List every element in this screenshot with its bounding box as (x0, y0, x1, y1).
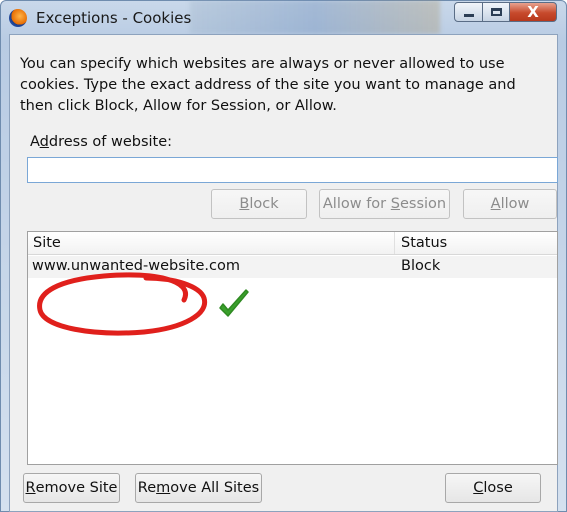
window-controls: X (454, 2, 557, 24)
sites-table[interactable]: Site Status www.unwanted-website.com Blo… (27, 231, 558, 465)
close-button[interactable]: Close (445, 473, 541, 503)
close-window-button[interactable]: X (510, 2, 557, 22)
firefox-icon (9, 9, 27, 27)
window-title: Exceptions - Cookies (36, 9, 192, 27)
table-row[interactable]: www.unwanted-website.com Block (28, 256, 557, 278)
minimize-icon (463, 14, 474, 17)
block-button[interactable]: Block (211, 189, 307, 219)
site-cell: www.unwanted-website.com (32, 258, 240, 274)
minimize-button[interactable] (454, 2, 483, 22)
column-header-site[interactable]: Site (33, 235, 61, 251)
allow-for-session-button[interactable]: Allow for Session (319, 189, 450, 219)
column-divider[interactable] (394, 232, 395, 254)
background-window-blur (190, 0, 440, 34)
status-cell: Block (401, 258, 441, 274)
intro-text: You can specify which websites are alway… (20, 56, 516, 114)
maximize-icon (490, 8, 502, 16)
remove-site-button[interactable]: Remove Site (23, 473, 120, 503)
table-header: Site Status (28, 232, 557, 255)
remove-all-sites-button[interactable]: Re m ove All Sites (135, 473, 262, 503)
column-header-status[interactable]: Status (401, 235, 447, 251)
address-label: Address of website: (30, 134, 173, 150)
maximize-button[interactable] (483, 2, 510, 22)
close-icon: X (527, 2, 539, 21)
address-input[interactable] (27, 157, 558, 183)
allow-button[interactable]: Allow (463, 189, 557, 219)
title-bar[interactable]: Exceptions - Cookies X (0, 0, 567, 34)
